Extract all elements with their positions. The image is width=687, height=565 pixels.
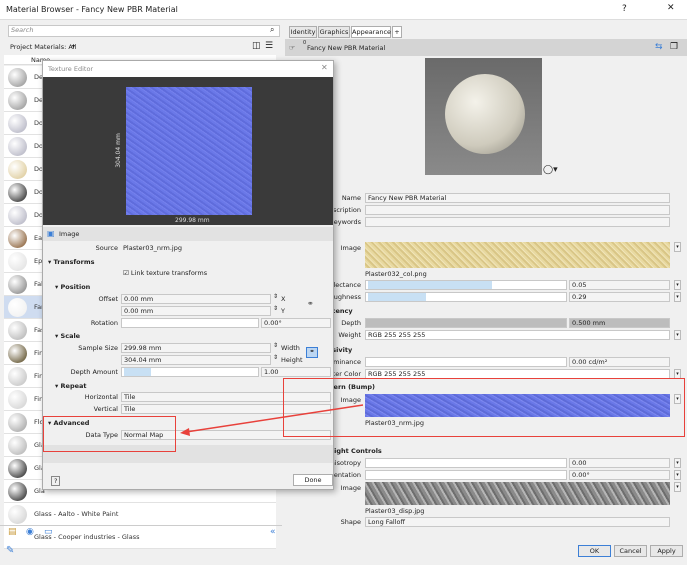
annotation-arrow [180,404,364,436]
